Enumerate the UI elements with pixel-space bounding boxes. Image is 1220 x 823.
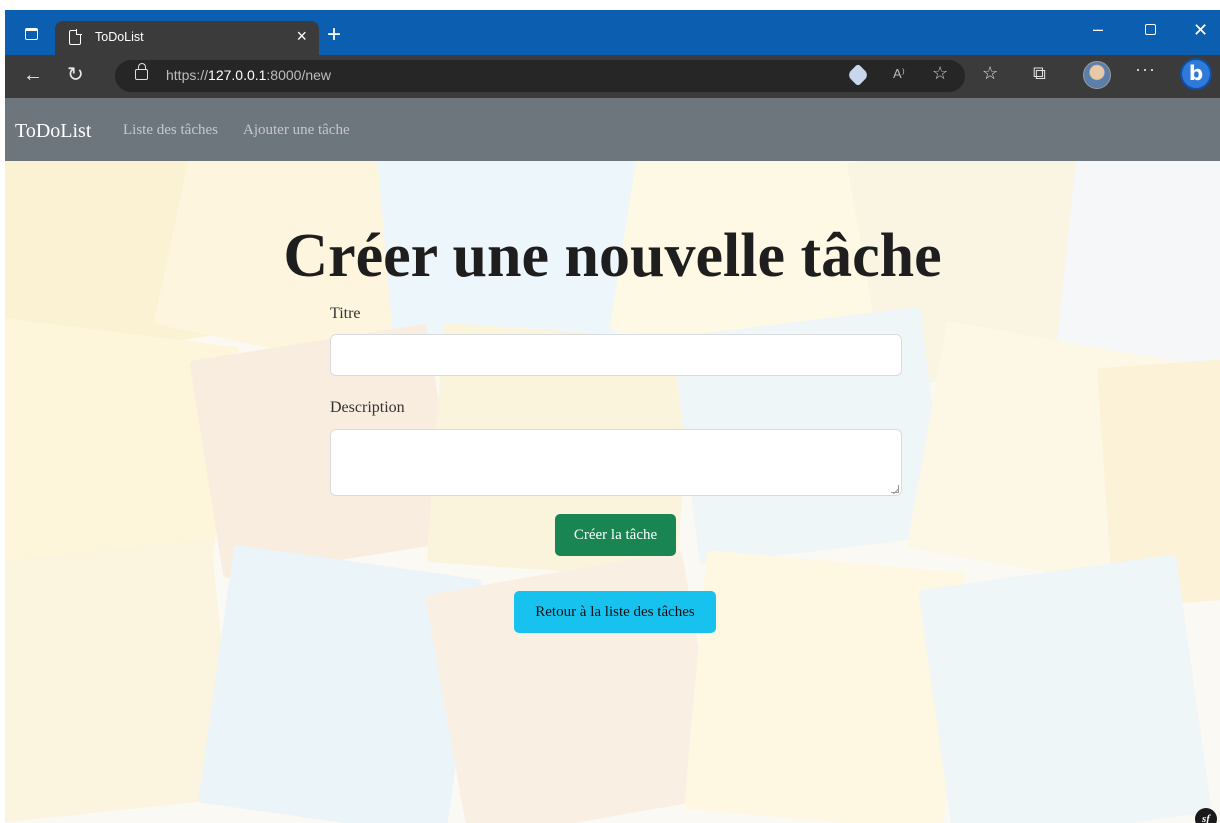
symfony-toolbar-icon[interactable]: sf bbox=[1195, 808, 1217, 823]
back-icon[interactable]: ← bbox=[23, 64, 43, 86]
tab-title: ToDoList bbox=[95, 30, 144, 44]
collections-icon[interactable]: ⧉ bbox=[1033, 63, 1046, 84]
tab-close-icon[interactable]: × bbox=[296, 26, 307, 46]
back-to-list-button[interactable]: Retour à la liste des tâches bbox=[514, 591, 716, 633]
minimize-icon[interactable]: – bbox=[1093, 19, 1103, 40]
tab-actions-icon[interactable] bbox=[19, 22, 43, 46]
nav-link-add-task[interactable]: Ajouter une tâche bbox=[243, 122, 350, 139]
close-window-icon[interactable]: ✕ bbox=[1193, 20, 1208, 41]
description-textarea[interactable] bbox=[330, 429, 902, 496]
reload-icon[interactable]: ↻ bbox=[67, 64, 84, 86]
page-icon bbox=[69, 29, 82, 45]
price-tag-icon[interactable] bbox=[846, 63, 870, 87]
profile-avatar[interactable] bbox=[1083, 61, 1111, 89]
new-tab-icon[interactable]: + bbox=[327, 23, 341, 47]
navbar-brand[interactable]: ToDoList bbox=[15, 120, 91, 143]
maximize-icon[interactable] bbox=[1145, 22, 1156, 40]
title-bar: ToDoList × + – ✕ bbox=[5, 10, 1220, 55]
browser-window: ToDoList × + – ✕ ← ↻ https://127.0.0.1:8… bbox=[5, 10, 1220, 823]
create-task-button[interactable]: Créer la tâche bbox=[555, 514, 676, 556]
lock-icon[interactable] bbox=[135, 63, 148, 80]
read-aloud-icon[interactable]: A⁾ bbox=[893, 66, 905, 82]
title-label: Titre bbox=[330, 305, 361, 322]
description-label: Description bbox=[330, 399, 405, 416]
browser-tab[interactable]: ToDoList × bbox=[55, 21, 319, 55]
title-input[interactable] bbox=[330, 334, 902, 376]
nav-link-task-list[interactable]: Liste des tâches bbox=[123, 122, 218, 139]
page-title: Créer une nouvelle tâche bbox=[283, 222, 942, 290]
bing-copilot-icon[interactable]: b bbox=[1180, 58, 1212, 90]
more-options-icon[interactable]: ··· bbox=[1135, 59, 1156, 80]
resize-handle-icon[interactable] bbox=[891, 485, 899, 493]
add-favorite-icon[interactable]: ☆ bbox=[932, 63, 948, 84]
page-content: Créer une nouvelle tâche Titre Descripti… bbox=[5, 161, 1220, 823]
app-navbar: ToDoList Liste des tâches Ajouter une tâ… bbox=[5, 98, 1220, 161]
address-bar[interactable]: https://127.0.0.1:8000/new A⁾ ☆ bbox=[115, 60, 965, 92]
favorites-icon[interactable]: ☆ bbox=[982, 63, 998, 84]
browser-toolbar: ← ↻ https://127.0.0.1:8000/new A⁾ ☆ ☆ ⧉ … bbox=[5, 55, 1220, 98]
url-text[interactable]: https://127.0.0.1:8000/new bbox=[166, 67, 331, 83]
